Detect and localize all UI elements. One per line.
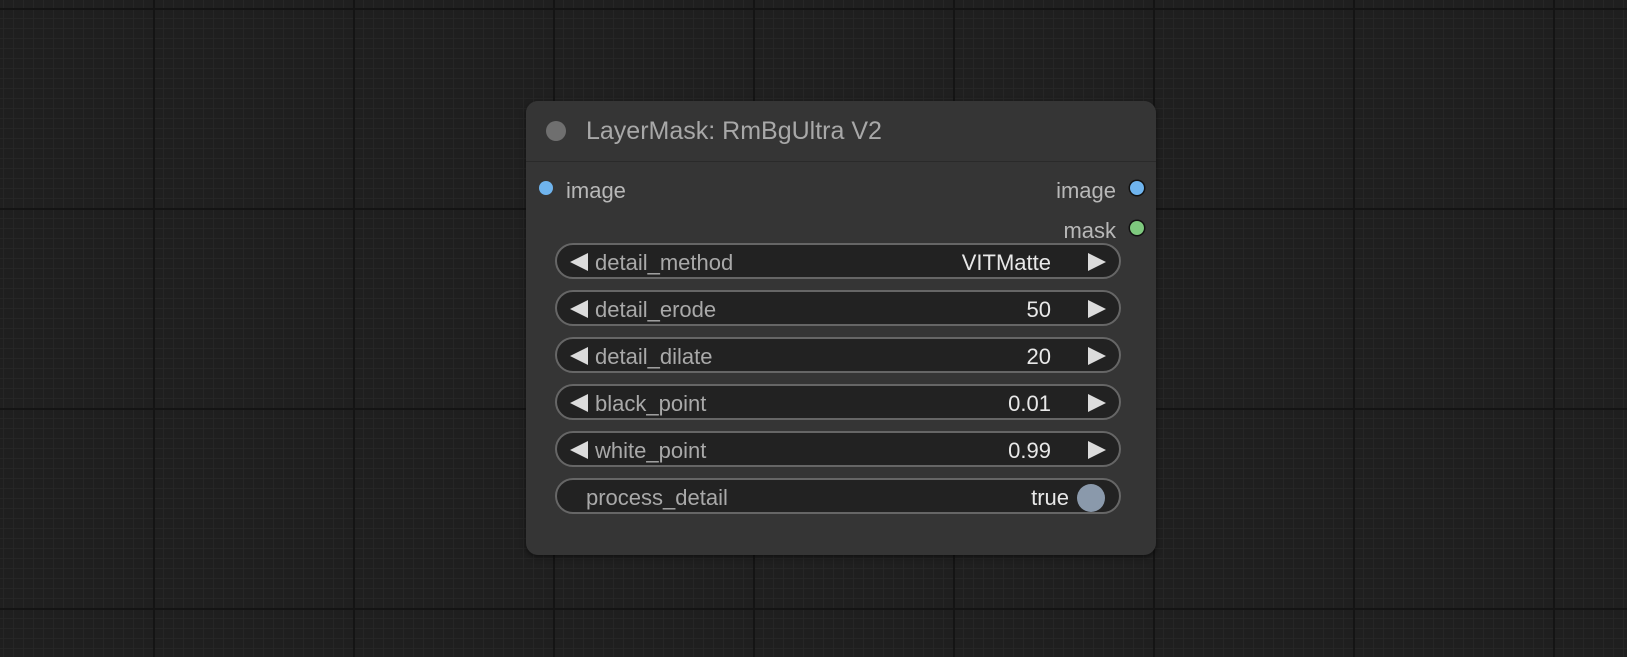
node-title: LayerMask: RmBgUltra V2 <box>586 117 882 145</box>
collapse-dot-icon[interactable] <box>546 121 566 141</box>
widget-label: detail_erode <box>595 297 717 322</box>
toggle-label: process_detail <box>586 485 728 510</box>
widget-detail-dilate[interactable]: detail_dilate 20 <box>555 337 1121 373</box>
decrement-arrow-icon[interactable] <box>570 441 588 459</box>
decrement-arrow-icon[interactable] <box>570 253 588 271</box>
increment-arrow-icon[interactable] <box>1088 347 1106 365</box>
widget-detail-method[interactable]: detail_method VITMatte <box>555 243 1121 279</box>
rmbgultra-v2-node[interactable]: LayerMask: RmBgUltra V2 image image mask… <box>526 101 1156 555</box>
widget-label: detail_dilate <box>595 344 713 369</box>
widget-white-point[interactable]: white_point 0.99 <box>555 431 1121 467</box>
increment-arrow-icon[interactable] <box>1088 253 1106 271</box>
widget-label: white_point <box>595 438 707 463</box>
widget-value[interactable]: 0.01 <box>1008 391 1051 417</box>
widget-value[interactable]: 20 <box>1027 344 1051 370</box>
node-header[interactable]: LayerMask: RmBgUltra V2 <box>526 101 1156 162</box>
widget-label: black_point <box>595 391 707 416</box>
widget-black-point[interactable]: black_point 0.01 <box>555 384 1121 420</box>
increment-arrow-icon[interactable] <box>1088 441 1106 459</box>
widget-value[interactable]: 0.99 <box>1008 438 1051 464</box>
output-slot-image-label: image <box>1056 178 1116 203</box>
widget-value[interactable]: 50 <box>1027 297 1051 323</box>
toggle-value: true <box>1031 485 1069 510</box>
output-slot-mask-label: mask <box>1063 218 1116 243</box>
graph-canvas[interactable]: LayerMask: RmBgUltra V2 image image mask… <box>0 0 1627 657</box>
decrement-arrow-icon[interactable] <box>570 347 588 365</box>
widget-detail-erode[interactable]: detail_erode 50 <box>555 290 1121 326</box>
output-slot-image-dot-icon[interactable] <box>1130 181 1144 195</box>
input-slot-image-label: image <box>566 178 626 203</box>
increment-arrow-icon[interactable] <box>1088 394 1106 412</box>
toggle-process-detail[interactable]: process_detail true <box>555 478 1121 514</box>
widget-value[interactable]: VITMatte <box>962 250 1051 276</box>
decrement-arrow-icon[interactable] <box>570 300 588 318</box>
output-slot-mask-dot-icon[interactable] <box>1130 221 1144 235</box>
widget-label: detail_method <box>595 250 734 275</box>
input-slot-image-dot-icon[interactable] <box>539 181 553 195</box>
increment-arrow-icon[interactable] <box>1088 300 1106 318</box>
decrement-arrow-icon[interactable] <box>570 394 588 412</box>
toggle-knob-icon[interactable] <box>1077 484 1105 512</box>
